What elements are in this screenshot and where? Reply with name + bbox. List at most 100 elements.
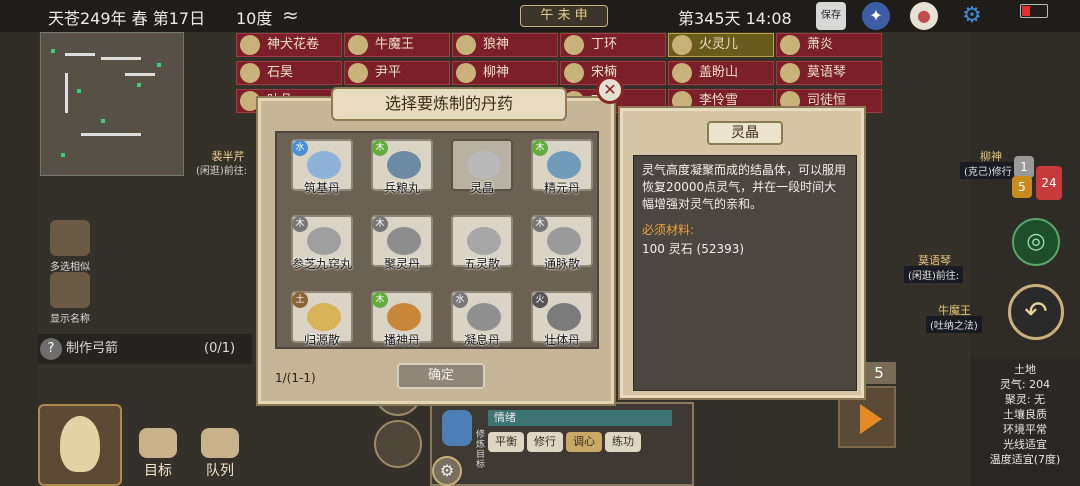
minimap[interactable] bbox=[40, 32, 184, 176]
page-indicator: 1/(1-1) bbox=[275, 371, 316, 385]
avatar bbox=[240, 91, 260, 111]
character-button[interactable]: 牛魔王 bbox=[344, 33, 450, 57]
pill-icon bbox=[387, 227, 421, 255]
avatar bbox=[672, 63, 692, 83]
gear-icon[interactable]: ⚙ bbox=[432, 456, 462, 486]
save-label: 保存 bbox=[821, 10, 841, 21]
character-name: 尹平 bbox=[375, 65, 402, 80]
avatar bbox=[672, 35, 692, 55]
pill-label: 五灵散 bbox=[463, 257, 500, 271]
pill-item[interactable]: 火壮体丹 bbox=[531, 291, 593, 347]
show-names-button[interactable]: 显示名称 bbox=[40, 272, 100, 325]
character-button[interactable]: 尹平 bbox=[344, 61, 450, 85]
avatar bbox=[564, 35, 584, 55]
character-button[interactable]: 丁环 bbox=[560, 33, 666, 57]
character-button[interactable]: 柳神 bbox=[452, 61, 558, 85]
day-time: 第345天 14:08 bbox=[678, 9, 792, 28]
craft-task-name: 制作弓箭 bbox=[66, 341, 119, 356]
badge-grey[interactable]: 1 bbox=[1014, 156, 1034, 178]
character-button[interactable]: 火灵儿 bbox=[668, 33, 774, 57]
character-button[interactable]: 神犬花卷 bbox=[236, 33, 342, 57]
close-icon[interactable]: ✕ bbox=[596, 76, 624, 104]
character-name: 盖盼山 bbox=[699, 65, 739, 80]
element-badge: 水 bbox=[292, 140, 308, 156]
multi-select-button[interactable]: 多选相似 bbox=[40, 220, 100, 273]
character-button[interactable]: 莫语琴 bbox=[776, 61, 882, 85]
pill-icon bbox=[387, 151, 421, 179]
temperature: 10度 bbox=[236, 9, 273, 28]
craft-task-row[interactable]: ? 制作弓箭 (0/1) bbox=[38, 334, 290, 364]
map-npc-status: (闲逛)前往: bbox=[196, 166, 248, 177]
option-calm-mind[interactable]: 调心 bbox=[566, 432, 602, 452]
character-name: 萧炎 bbox=[807, 37, 834, 52]
dialog-title: 选择要炼制的丹药 bbox=[331, 87, 567, 121]
character-button[interactable]: 石昊 bbox=[236, 61, 342, 85]
back-icon[interactable]: ↶ bbox=[1008, 284, 1064, 340]
element-badge: 木 bbox=[292, 216, 308, 232]
pill-label: 播神丹 bbox=[383, 333, 420, 347]
palette-icon[interactable]: ● bbox=[910, 2, 938, 30]
badge-red[interactable]: 24 bbox=[1036, 166, 1062, 200]
badge-orange[interactable]: 5 bbox=[1012, 176, 1032, 198]
play-icon bbox=[860, 404, 882, 434]
character-name: 火灵儿 bbox=[699, 37, 739, 52]
pill-item[interactable]: 水凝息丹 bbox=[451, 291, 513, 347]
element-badge: 水 bbox=[452, 292, 468, 308]
pill-item[interactable]: 木参芝九窍丸 bbox=[291, 215, 353, 285]
pill-item[interactable]: 土归源散 bbox=[291, 291, 353, 347]
element-badge: 土 bbox=[292, 292, 308, 308]
save-icon[interactable]: 保存 bbox=[816, 2, 846, 30]
pill-item[interactable]: 灵晶 bbox=[451, 139, 513, 209]
swirl-icon[interactable]: ◎ bbox=[1012, 218, 1060, 266]
right-npc-status: (闲逛)前往: bbox=[904, 266, 964, 283]
pill-icon bbox=[547, 303, 581, 331]
compass-icon[interactable]: ✦ bbox=[862, 2, 890, 30]
pill-icon bbox=[547, 151, 581, 179]
pill-icon bbox=[307, 151, 341, 179]
confirm-button[interactable]: 确定 bbox=[397, 363, 485, 389]
queue-button[interactable]: 队列 bbox=[192, 428, 248, 480]
character-button[interactable]: 狼神 bbox=[452, 33, 558, 57]
character-button[interactable]: 萧炎 bbox=[776, 33, 882, 57]
meditate-button[interactable] bbox=[374, 420, 422, 468]
multi-select-icon bbox=[50, 220, 90, 256]
avatar bbox=[780, 35, 800, 55]
character-name: 丁环 bbox=[591, 37, 618, 52]
character-name: 司徒恒 bbox=[807, 93, 847, 108]
avatar bbox=[240, 63, 260, 83]
element-badge: 木 bbox=[372, 216, 388, 232]
character-name: 石昊 bbox=[267, 65, 294, 80]
pill-icon bbox=[467, 303, 501, 331]
pill-label: 聚灵丹 bbox=[383, 257, 420, 271]
materials-value: 100 灵石 (52393) bbox=[642, 242, 745, 256]
pill-item[interactable]: 木精元丹 bbox=[531, 139, 593, 209]
queue-icon bbox=[201, 428, 239, 458]
gourd-icon[interactable] bbox=[38, 404, 122, 486]
item-detail-panel: 灵晶 灵气高度凝聚而成的结晶体，可以服用恢复20000点灵气，并在一段时间大幅增… bbox=[620, 108, 864, 398]
pill-grid: 水筑基丹 木兵粮丸 灵晶 木精元丹 木参芝九窍丸 木聚灵丹 五灵散 木通脉散 土… bbox=[275, 131, 599, 349]
time-of-day-badge: 午 未 申 bbox=[520, 5, 608, 27]
option-train[interactable]: 练功 bbox=[605, 432, 641, 452]
cultivation-options: 平衡 修行 调心 练功 bbox=[488, 430, 644, 452]
powder-icon bbox=[547, 227, 581, 255]
pill-label: 通脉散 bbox=[543, 257, 580, 271]
avatar bbox=[456, 63, 476, 83]
craft-task-progress: (0/1) bbox=[204, 341, 236, 356]
target-label: 目标 bbox=[144, 463, 172, 479]
option-practice[interactable]: 修行 bbox=[527, 432, 563, 452]
pill-item[interactable]: 木聚灵丹 bbox=[371, 215, 433, 285]
element-badge: 火 bbox=[532, 292, 548, 308]
help-icon[interactable]: ? bbox=[40, 338, 62, 360]
character-button[interactable]: 盖盼山 bbox=[668, 61, 774, 85]
option-balance[interactable]: 平衡 bbox=[488, 432, 524, 452]
game-date: 天苍249年 春 第17日 bbox=[48, 9, 206, 28]
pill-item[interactable]: 水筑基丹 bbox=[291, 139, 353, 209]
pill-label: 兵粮丸 bbox=[383, 181, 420, 195]
pill-item[interactable]: 木兵粮丸 bbox=[371, 139, 433, 209]
target-button[interactable]: 目标 bbox=[130, 428, 186, 480]
pill-item[interactable]: 木播神丹 bbox=[371, 291, 433, 347]
avatar bbox=[456, 35, 476, 55]
pill-item[interactable]: 五灵散 bbox=[451, 215, 513, 285]
pill-item[interactable]: 木通脉散 bbox=[531, 215, 593, 285]
settings-icon[interactable]: ⚙ bbox=[958, 2, 986, 30]
